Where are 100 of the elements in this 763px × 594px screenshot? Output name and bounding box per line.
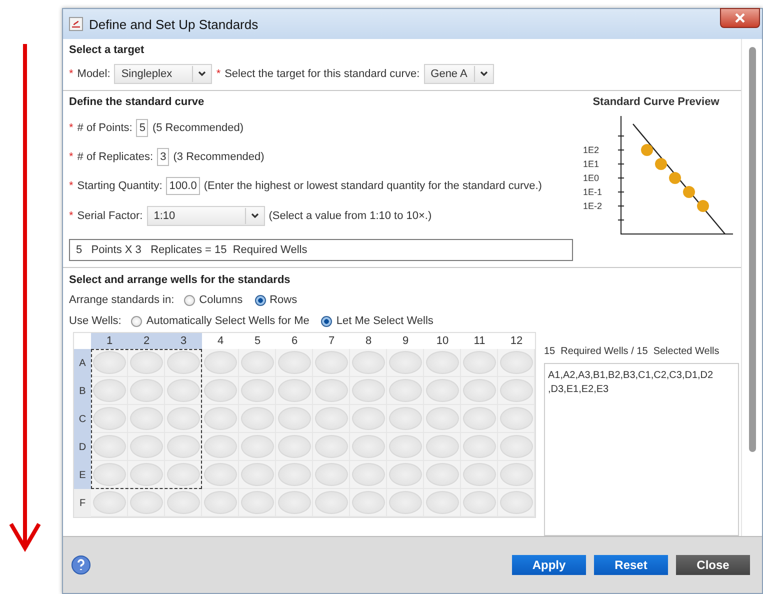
column-header[interactable]: 9 [387, 333, 424, 349]
well[interactable] [240, 407, 274, 430]
well[interactable] [388, 407, 422, 430]
well[interactable] [92, 379, 126, 402]
well[interactable] [314, 435, 348, 458]
well[interactable] [352, 463, 384, 486]
well[interactable] [314, 379, 348, 402]
well[interactable] [426, 435, 458, 458]
well[interactable] [352, 379, 384, 402]
well[interactable] [240, 379, 274, 402]
well[interactable] [130, 351, 162, 374]
well[interactable] [352, 491, 384, 514]
well[interactable] [166, 435, 200, 458]
well[interactable] [204, 435, 236, 458]
radio-label[interactable]: Columns [199, 294, 243, 306]
column-header[interactable]: 6 [276, 333, 313, 349]
well[interactable] [204, 463, 236, 486]
well[interactable] [426, 379, 458, 402]
well[interactable] [278, 351, 310, 374]
well[interactable] [500, 351, 532, 374]
well[interactable] [500, 407, 532, 430]
well[interactable] [240, 351, 274, 374]
well[interactable] [462, 435, 496, 458]
well[interactable] [426, 351, 458, 374]
well[interactable] [500, 491, 532, 514]
well[interactable] [388, 463, 422, 486]
well[interactable] [204, 491, 236, 514]
column-header[interactable]: 3 [165, 333, 202, 349]
radio-label[interactable]: Let Me Select Wells [336, 315, 434, 327]
well[interactable] [278, 379, 310, 402]
column-header[interactable]: 5 [239, 333, 276, 349]
radio-button[interactable] [321, 316, 332, 326]
dialog-button[interactable]: Apply [512, 555, 586, 575]
well[interactable] [130, 463, 162, 486]
well[interactable] [314, 407, 348, 430]
column-header[interactable]: 8 [350, 333, 387, 349]
dialog-button[interactable]: Close [676, 555, 750, 575]
well[interactable] [92, 351, 126, 374]
row-header[interactable]: A [74, 349, 91, 377]
well[interactable] [314, 463, 348, 486]
dropdown[interactable]: Singleplex [114, 64, 212, 84]
well[interactable] [500, 463, 532, 486]
well[interactable] [314, 491, 348, 514]
row-header[interactable]: B [74, 377, 91, 405]
well[interactable] [388, 435, 422, 458]
well[interactable] [166, 491, 200, 514]
column-header[interactable]: 1 [91, 333, 128, 349]
well[interactable] [388, 491, 422, 514]
column-header[interactable]: 10 [424, 333, 461, 349]
column-header[interactable]: 2 [128, 333, 165, 349]
well[interactable] [92, 463, 126, 486]
well[interactable] [92, 407, 126, 430]
well[interactable] [462, 379, 496, 402]
well[interactable] [204, 407, 236, 430]
well[interactable] [426, 463, 458, 486]
input-field[interactable]: 100.0 [166, 177, 200, 195]
close-button[interactable] [720, 8, 760, 28]
well[interactable] [352, 407, 384, 430]
well[interactable] [92, 491, 126, 514]
selected-wells-field[interactable]: A1,A2,A3,B1,B2,B3,C1,C2,C3,D1,D2 ,D3,E1,E2,E3 [544, 363, 739, 536]
radio-label[interactable]: Automatically Select Wells for Me [146, 315, 310, 327]
well[interactable] [314, 351, 348, 374]
radio-label[interactable]: Rows [270, 294, 298, 306]
column-header[interactable]: 11 [461, 333, 498, 349]
row-header[interactable]: E [74, 461, 91, 489]
radio-button[interactable] [254, 294, 266, 306]
well[interactable] [92, 435, 126, 458]
well[interactable] [462, 407, 496, 430]
well[interactable] [130, 379, 162, 402]
row-header[interactable]: C [74, 405, 91, 433]
help-icon[interactable] [71, 555, 91, 575]
well[interactable] [388, 379, 422, 402]
well[interactable] [278, 407, 310, 430]
well[interactable] [462, 351, 496, 374]
well[interactable] [130, 491, 162, 514]
well[interactable] [240, 463, 274, 486]
well[interactable] [388, 351, 422, 374]
column-header[interactable]: 7 [313, 333, 350, 349]
well[interactable] [204, 351, 236, 374]
well[interactable] [130, 407, 162, 430]
dropdown[interactable]: 1:10 [146, 206, 265, 226]
well[interactable] [240, 491, 274, 514]
well[interactable] [278, 463, 310, 486]
well[interactable] [166, 463, 200, 486]
radio-button[interactable] [184, 294, 196, 306]
column-header[interactable]: 4 [202, 333, 239, 349]
dropdown[interactable]: Gene A [424, 64, 494, 84]
well[interactable] [462, 491, 496, 514]
well[interactable] [500, 379, 532, 402]
well[interactable] [166, 351, 200, 374]
well[interactable] [166, 407, 200, 430]
input-field[interactable]: 5 [136, 119, 148, 137]
well[interactable] [204, 379, 236, 402]
well[interactable] [352, 435, 384, 458]
well[interactable] [500, 435, 532, 458]
well[interactable] [130, 435, 162, 458]
well[interactable] [462, 463, 496, 486]
well[interactable] [426, 407, 458, 430]
well[interactable] [240, 435, 274, 458]
well[interactable] [426, 491, 458, 514]
